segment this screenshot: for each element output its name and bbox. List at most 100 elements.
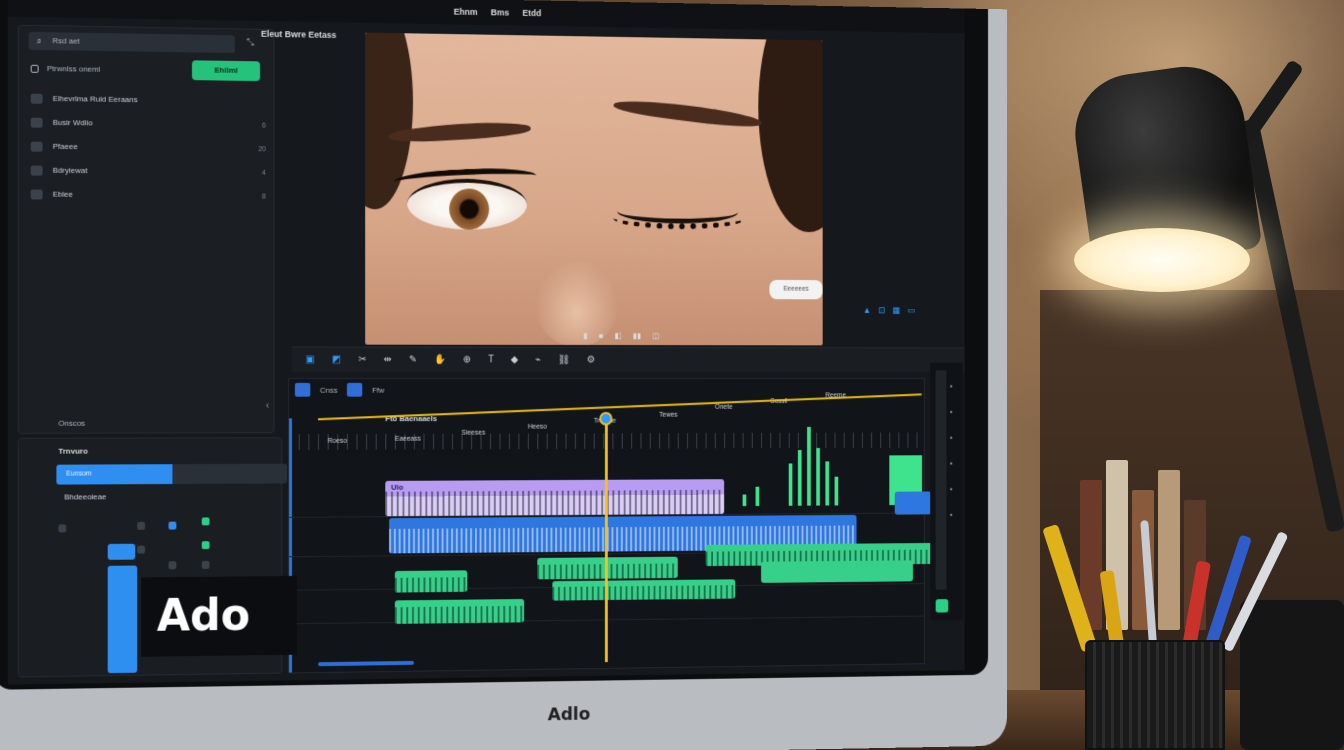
sequence-icon[interactable] <box>294 382 311 397</box>
folder-icon <box>30 165 43 176</box>
viewer-tools: ▲ ⊡ ▦ ▭ <box>863 305 915 316</box>
volume-icon[interactable]: ▪ <box>950 433 953 442</box>
folder-icon <box>30 141 43 152</box>
progress-bar[interactable]: Eunsom <box>56 463 288 485</box>
clip-waveform <box>394 605 525 624</box>
level-slider[interactable] <box>107 565 138 674</box>
timeline-tab[interactable]: Cnss <box>320 385 338 394</box>
filter-option[interactable]: Ptrwnlss oneml <box>30 64 101 74</box>
media-item-label: Eblee <box>52 189 73 199</box>
fit-icon[interactable]: ▭ <box>907 305 915 316</box>
monitor: Ehnm Bms Etdd ⌕ Rsd aet ⤡ Ptrwnlss oneml… <box>0 0 1007 750</box>
menu-item[interactable]: Bms <box>491 7 509 17</box>
hand-tool-icon[interactable]: ✋ <box>434 355 446 366</box>
play-icon[interactable]: ▮ <box>583 331 587 340</box>
work-area-bar[interactable] <box>318 393 922 421</box>
sequence-icon[interactable] <box>347 382 363 397</box>
media-list-item[interactable]: Eblee 8 <box>30 189 266 207</box>
audio-clip[interactable] <box>394 570 468 593</box>
timeline-tabs: Cnss Ffw <box>294 382 384 397</box>
playhead-handle[interactable] <box>599 411 613 426</box>
pencil-cup <box>1085 640 1225 750</box>
mute-icon[interactable]: ▪ <box>950 382 953 391</box>
panel-settings-icon[interactable]: ⤡ <box>246 37 254 48</box>
settings-icon[interactable]: ⚙ <box>587 355 595 366</box>
menu-item[interactable]: Ehnm <box>454 7 478 17</box>
playhead[interactable] <box>604 417 608 663</box>
iris <box>449 188 490 230</box>
search-icon: ⌕ <box>36 35 42 46</box>
control-icon[interactable] <box>137 521 146 530</box>
blue-toggle[interactable] <box>107 543 136 560</box>
media-list-item[interactable]: Bdryiewat 4 <box>30 165 266 184</box>
media-item-label: Elhevrlma Ruld Eeraans <box>52 94 138 105</box>
text-tool-icon[interactable]: T <box>488 355 494 366</box>
collapse-icon[interactable]: ‹ <box>266 401 269 412</box>
audio-peak <box>834 476 839 506</box>
control-icon[interactable] <box>201 560 210 569</box>
snap-icon[interactable]: ⌁ <box>535 355 541 366</box>
search-input[interactable]: ⌕ Rsd aet <box>28 31 235 54</box>
media-list-item[interactable]: Pfaeee 20 <box>30 141 266 160</box>
timeline-tab[interactable]: Ffw <box>372 385 384 394</box>
control-icon[interactable] <box>137 545 146 554</box>
eyelashes <box>613 207 744 230</box>
pan-icon[interactable]: ▪ <box>950 459 953 468</box>
control-icon[interactable] <box>201 541 210 550</box>
video-editor-screen: Ehnm Bms Etdd ⌕ Rsd aet ⤡ Ptrwnlss oneml… <box>7 0 965 685</box>
open-eye <box>407 178 527 231</box>
search-placeholder: Rsd aet <box>52 36 80 46</box>
control-icon[interactable] <box>58 524 67 533</box>
crop-icon[interactable]: ⊡ <box>878 305 885 316</box>
video-preview[interactable]: Eeeeees <box>365 32 823 346</box>
audio-peak <box>807 426 811 506</box>
control-icon[interactable] <box>168 521 177 530</box>
media-item-label: Bdryiewat <box>52 165 88 176</box>
audio-peak <box>825 461 830 506</box>
media-list-item[interactable]: Busir Wdlio 6 <box>30 117 266 137</box>
viewer-badge[interactable]: Eeeeees <box>769 279 823 300</box>
media-item-label: Pfaeee <box>52 141 78 152</box>
audio-clip[interactable] <box>552 579 736 601</box>
solo-icon[interactable]: ▪ <box>950 408 953 417</box>
media-item-count: 20 <box>258 146 266 154</box>
control-icon[interactable] <box>201 517 210 526</box>
media-list-item[interactable]: Elhevrlma Ruld Eeraans <box>30 93 266 113</box>
media-item-count: 4 <box>262 169 266 177</box>
zoom-tool-icon[interactable]: ⊕ <box>463 355 471 366</box>
timeline-scrollbar[interactable] <box>318 660 414 667</box>
prev-frame-icon[interactable]: ◧ <box>615 331 622 340</box>
next-frame-icon[interactable]: ▮▮ <box>633 332 641 341</box>
control-icon[interactable] <box>168 561 177 570</box>
grid-icon[interactable]: ▦ <box>892 305 900 316</box>
import-button[interactable]: Ehilml <box>191 60 261 82</box>
audio-meter <box>935 370 947 590</box>
media-item-count: 6 <box>262 122 266 130</box>
audio-clip[interactable] <box>394 598 525 624</box>
media-panel: ⌕ Rsd aet ⤡ Ptrwnlss oneml Ehilml Elhevr… <box>17 24 275 434</box>
video-clip[interactable]: Uio <box>385 479 725 517</box>
panel-footer-label: Onscos <box>58 418 86 428</box>
filter-label: Ptrwnlss oneml <box>46 64 101 74</box>
link-icon[interactable]: ⛓ <box>558 355 570 366</box>
menu-item[interactable]: Etdd <box>522 8 541 18</box>
loop-icon[interactable]: ◫ <box>652 332 659 341</box>
razor-tool-icon[interactable]: ✂ <box>358 354 366 365</box>
stop-icon[interactable]: ■ <box>599 331 604 340</box>
triangle-icon[interactable]: ▲ <box>863 305 871 316</box>
book <box>1158 470 1180 630</box>
fx-icon[interactable]: ▪ <box>950 510 953 519</box>
select-tool-icon[interactable]: ▣ <box>306 354 315 365</box>
audio-meter-panel: ▪ ▪ ▪ ▪ ▪ ▪ <box>930 362 963 621</box>
eq-icon[interactable]: ▪ <box>950 485 953 494</box>
lamp-bulb <box>1074 228 1250 292</box>
record-button[interactable] <box>935 599 949 613</box>
slip-tool-icon[interactable]: ⇹ <box>384 354 392 365</box>
marker-icon[interactable]: ◆ <box>511 355 518 366</box>
audio-clip[interactable] <box>761 560 913 583</box>
monitor-brand: Adlo <box>547 704 591 726</box>
audio-clip[interactable] <box>894 491 932 515</box>
ripple-tool-icon[interactable]: ◩ <box>332 354 341 365</box>
timecode: Tewes <box>659 411 678 419</box>
pen-tool-icon[interactable]: ✎ <box>409 354 417 365</box>
